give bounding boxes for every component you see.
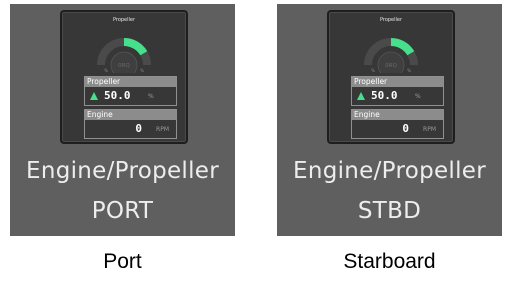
gauge-fill [390, 38, 415, 56]
engine-value: 0 [402, 122, 409, 135]
propeller-label: Propeller [352, 77, 443, 87]
starboard-label: Starboard [343, 250, 436, 273]
propeller-unit: % [148, 93, 154, 100]
engine-label: Engine [352, 110, 443, 120]
propeller-gauge: 0RQ % % [364, 38, 418, 73]
gauge-title: Propeller [112, 17, 136, 23]
gauge-min-label: % [371, 68, 375, 73]
up-arrow-icon [90, 92, 98, 100]
tile-caption-side: STBD [357, 198, 422, 224]
propeller-gauge: 0RQ % % [97, 38, 151, 73]
engine-propeller-stbd-tile[interactable]: Propeller 0RQ % % Propeller 50.0 % Engin… [277, 4, 502, 236]
engine-propeller-widget: Propeller 0RQ % % Propeller 50.0 % Engin… [327, 10, 455, 144]
gauge-max-label: % [140, 68, 144, 73]
propeller-label: Propeller [85, 77, 176, 87]
gauge-max-label: % [407, 68, 411, 73]
engine-label: Engine [85, 110, 176, 120]
tile-caption-title: Engine/Propeller [26, 158, 219, 184]
tile-caption-title: Engine/Propeller [293, 158, 486, 184]
propeller-readout: Propeller 50.0 % [351, 76, 444, 106]
engine-unit: RPM [156, 126, 169, 133]
gauge-min-label: % [104, 68, 108, 73]
engine-propeller-widget: Propeller 0RQ % % Propeller 50.0 % Engin… [60, 10, 188, 144]
gauge-center-label: 0RQ [118, 63, 130, 69]
propeller-unit: % [415, 93, 421, 100]
engine-unit: RPM [423, 126, 436, 133]
propeller-value: 50.0 [371, 89, 398, 102]
gauge-fill [123, 38, 148, 56]
port-label: Port [103, 250, 142, 273]
propeller-readout: Propeller 50.0 % [84, 76, 177, 106]
engine-readout: Engine 0 RPM [351, 109, 444, 139]
engine-readout: Engine 0 RPM [84, 109, 177, 139]
engine-propeller-port-tile[interactable]: Propeller 0RQ % % Propeller 50.0 % Engin… [10, 4, 235, 236]
propeller-value: 50.0 [104, 89, 131, 102]
tile-caption-side: PORT [91, 198, 154, 224]
gauge-title: Propeller [379, 17, 403, 23]
engine-value: 0 [135, 122, 142, 135]
up-arrow-icon [357, 92, 365, 100]
gauge-center-label: 0RQ [385, 63, 397, 69]
